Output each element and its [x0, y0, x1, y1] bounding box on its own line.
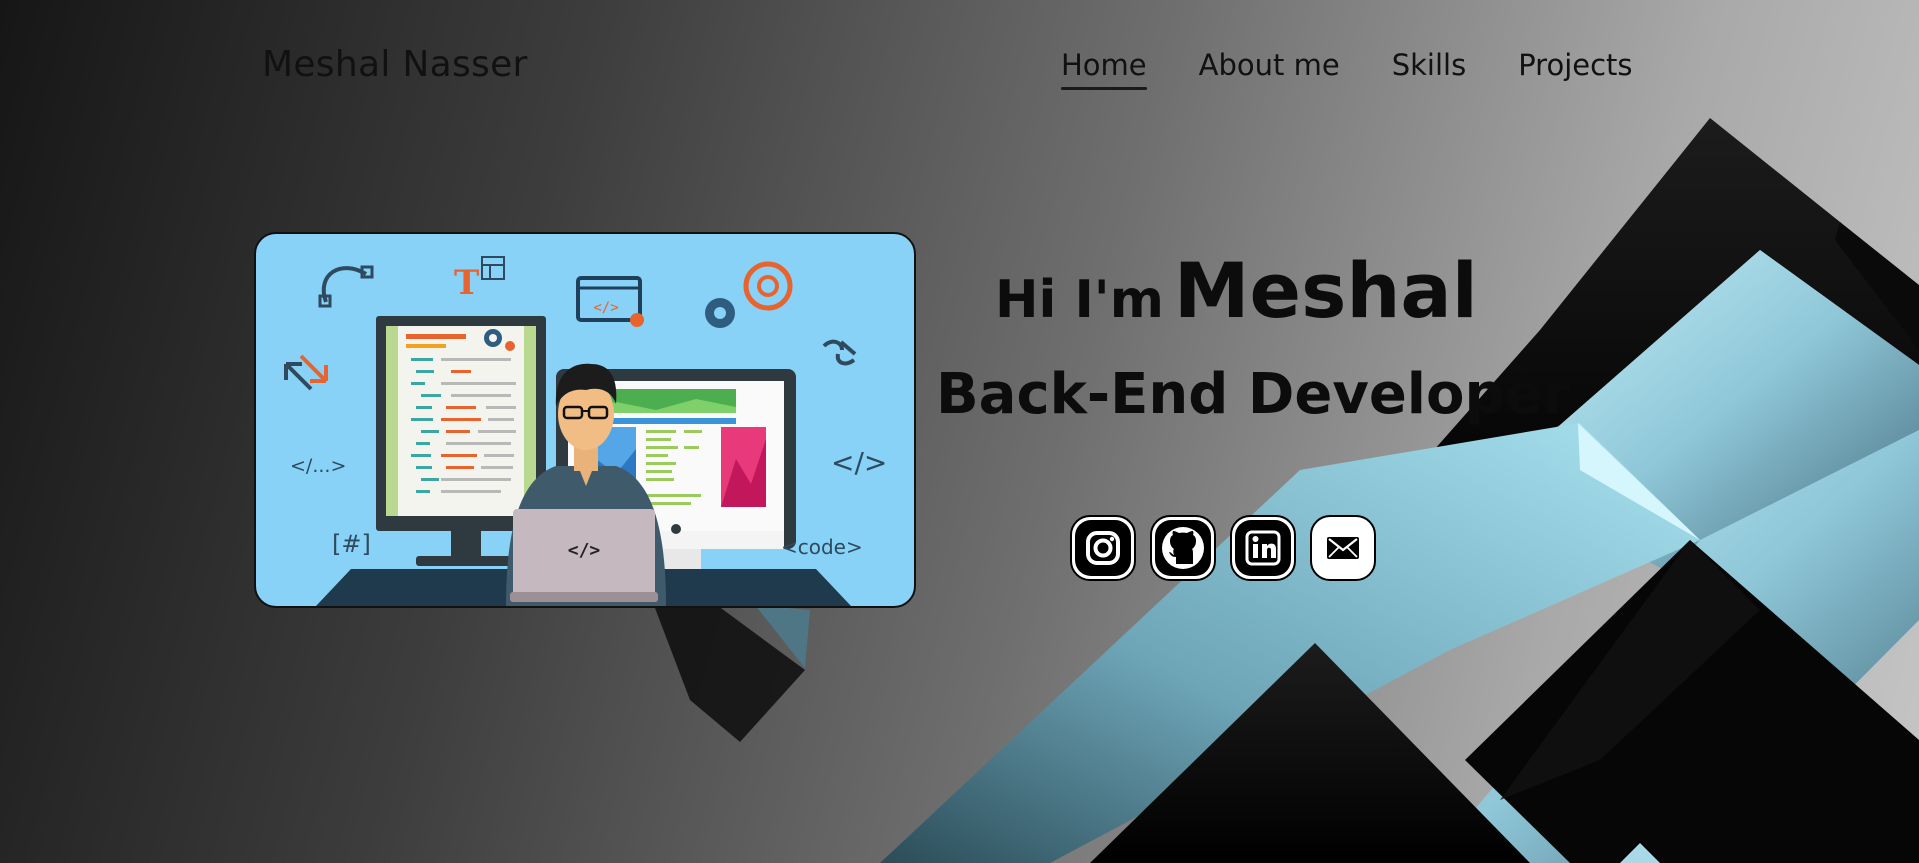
instagram-link[interactable] [1070, 515, 1136, 581]
developer-illustration: </> T </> </...> </> [#] <code> [284, 256, 887, 606]
nav-projects[interactable]: Projects [1518, 48, 1632, 90]
code-tag-label: <code> [781, 535, 863, 559]
linkedin-icon [1245, 530, 1281, 566]
window-code-label: </> [593, 300, 618, 316]
tag-dots-label: </...> [290, 455, 346, 477]
laptop-code-label: </> [568, 540, 601, 561]
greeting-text: Hi I'm [995, 270, 1164, 330]
nav-skills[interactable]: Skills [1392, 48, 1466, 90]
hero-illustration: </> T </> </...> </> [#] <code> [254, 232, 916, 608]
type-letter-icon: T [454, 263, 479, 303]
hero-greeting: Hi I'm Meshal [995, 246, 1478, 335]
nav-about-me[interactable]: About me [1199, 48, 1340, 90]
main-nav: Home About me Skills Projects [1061, 48, 1633, 90]
tag-close-label: </> [831, 446, 887, 479]
email-link[interactable] [1310, 515, 1376, 581]
github-icon [1162, 527, 1204, 569]
page: Meshal Nasser Home About me Skills Proje… [0, 0, 1919, 863]
hash-label: [#] [332, 530, 371, 558]
nav-home[interactable]: Home [1061, 48, 1147, 90]
brand-logo-text[interactable]: Meshal Nasser [262, 44, 528, 85]
hero-role: Back-End Developer [936, 362, 1571, 427]
hero-name: Meshal [1173, 246, 1478, 335]
mail-icon [1327, 537, 1359, 559]
github-link[interactable] [1150, 515, 1216, 581]
instagram-icon [1086, 531, 1120, 565]
linkedin-link[interactable] [1230, 515, 1296, 581]
social-links [1070, 515, 1376, 581]
